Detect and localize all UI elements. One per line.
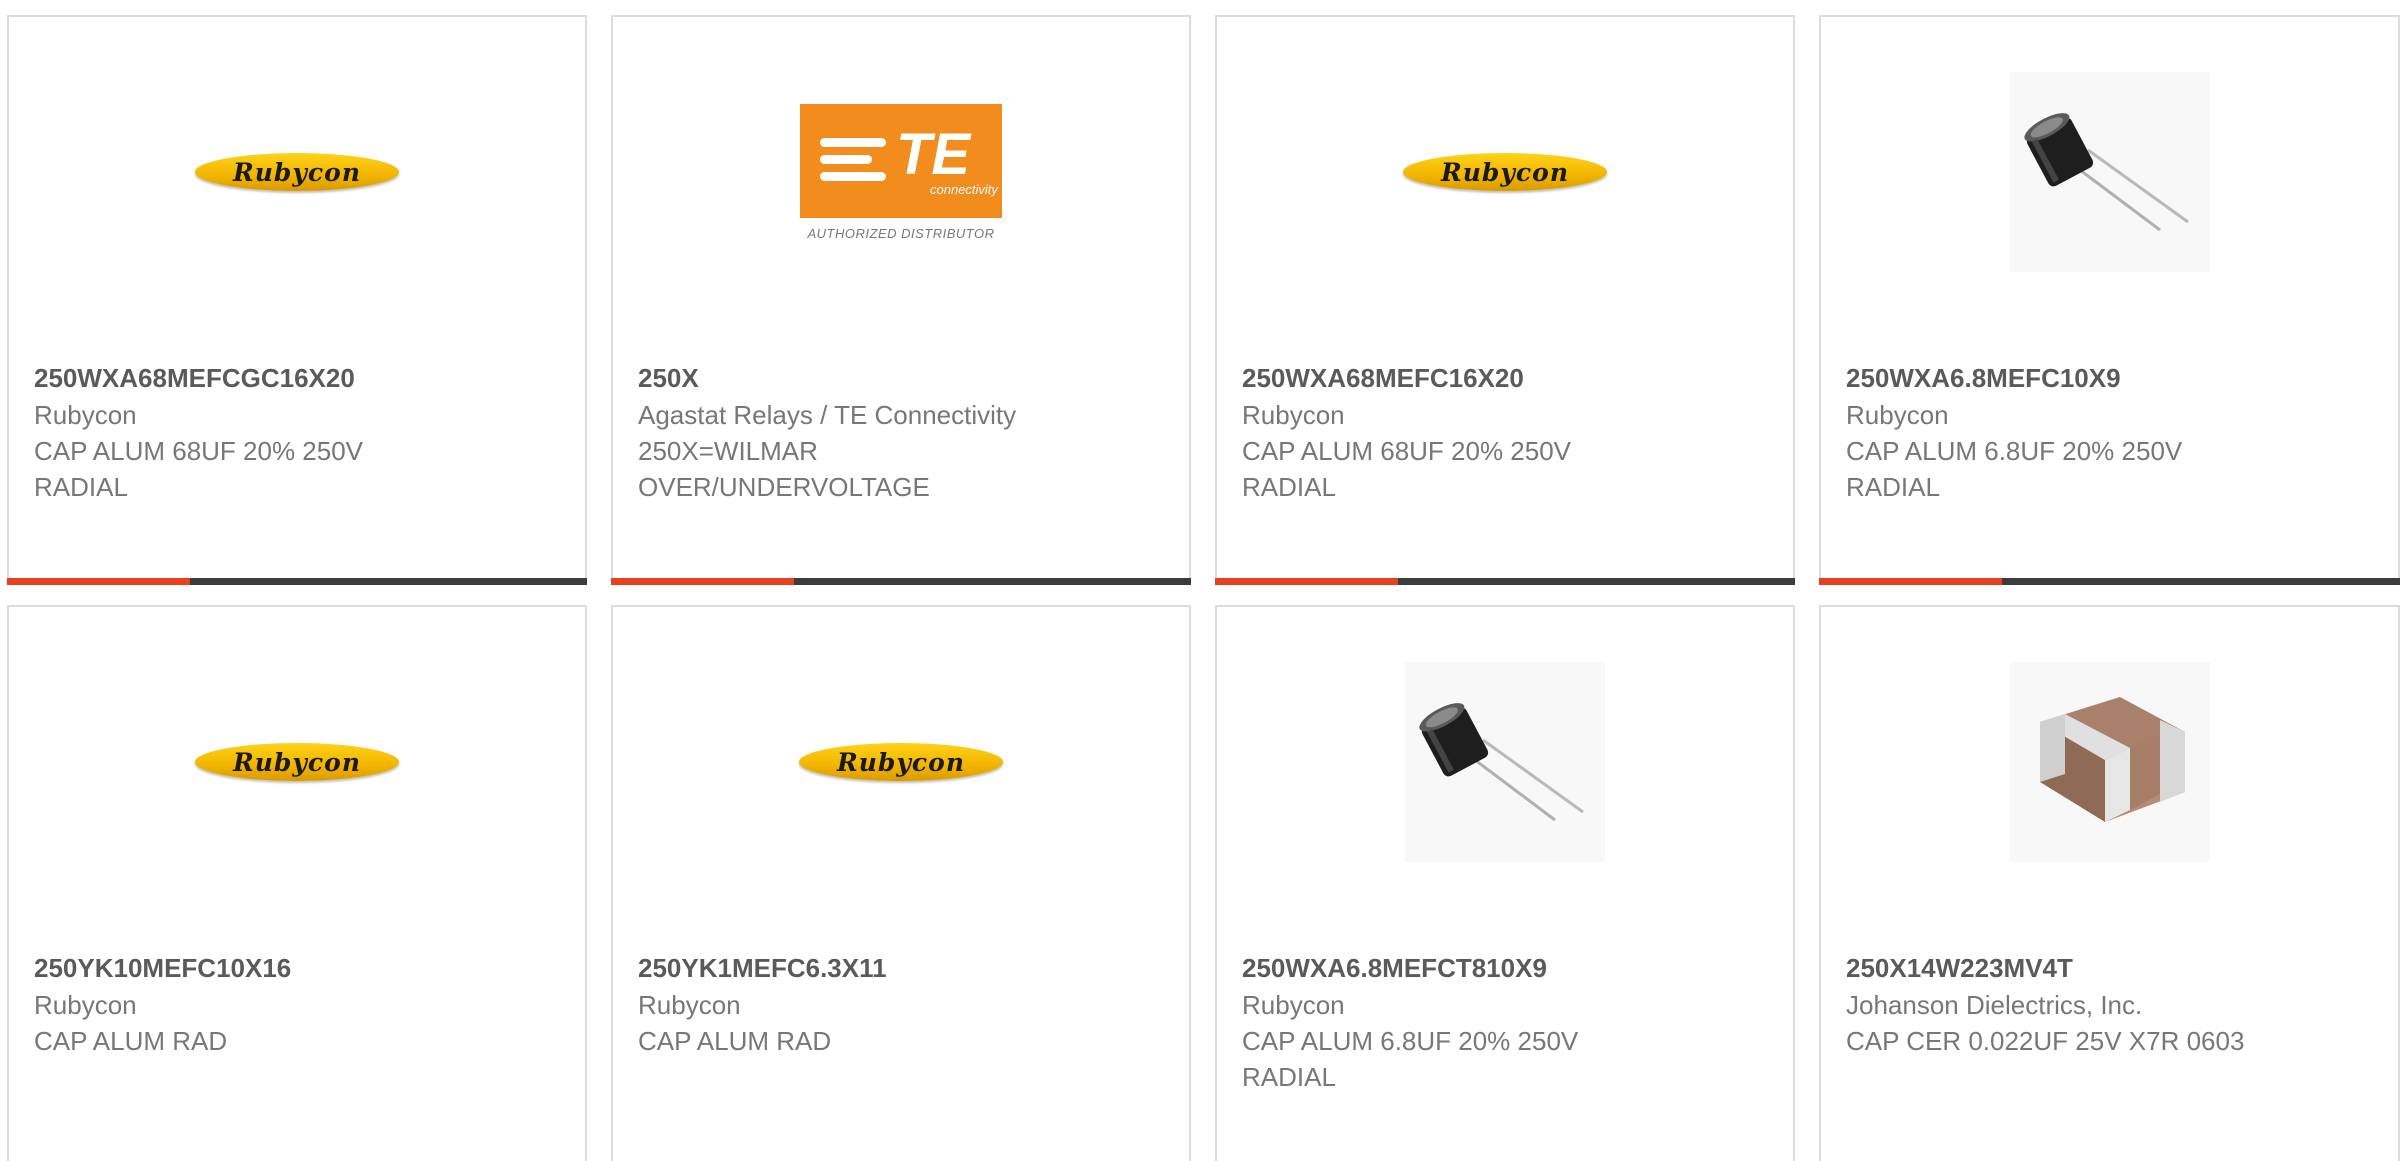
part-number-link[interactable]: 250X14W223MV4T <box>1846 949 2378 987</box>
accent-bar <box>1819 578 2002 585</box>
product-description: CAP ALUM 68UF 20% 250V RADIAL <box>1242 436 1572 502</box>
manufacturer-name: Rubycon <box>1242 990 1345 1020</box>
ceramic-chip-capacitor-photo <box>2009 662 2210 862</box>
card-footer-bar <box>1819 578 2400 585</box>
part-number-link[interactable]: 250YK10MEFC10X16 <box>34 949 565 987</box>
product-card[interactable]: 250WXA6.8MEFC10X9 Rubycon CAP ALUM 6.8UF… <box>1819 15 2400 585</box>
rubycon-logo: Rubycon <box>1403 153 1607 191</box>
product-description: CAP ALUM 6.8UF 20% 250V RADIAL <box>1846 436 2183 502</box>
accent-bar <box>7 578 190 585</box>
manufacturer-name: Rubycon <box>638 990 741 1020</box>
product-image[interactable] <box>1217 657 1793 867</box>
product-description: 250X=WILMAR OVER/UNDERVOLTAGE <box>638 436 930 502</box>
product-card[interactable]: Rubycon 250WXA68MEFC16X20 Rubycon CAP AL… <box>1215 15 1795 585</box>
rubycon-logo: Rubycon <box>799 743 1003 781</box>
manufacturer-name: Rubycon <box>34 400 137 430</box>
product-card[interactable]: Rubycon 250YK10MEFC10X16 Rubycon CAP ALU… <box>7 605 587 1161</box>
product-description: CAP ALUM 68UF 20% 250V RADIAL <box>34 436 364 502</box>
product-card[interactable]: Rubycon 250YK1MEFC6.3X11 Rubycon CAP ALU… <box>611 605 1191 1161</box>
te-connectivity-logo: TE connectivity AUTHORIZED DISTRIBUTOR <box>800 103 1002 241</box>
manufacturer-name: Agastat Relays / TE Connectivity <box>638 400 1017 430</box>
manufacturer-name: Rubycon <box>1242 400 1345 430</box>
product-image[interactable]: Rubycon <box>1217 67 1793 277</box>
product-description: CAP CER 0.022UF 25V X7R 0603 <box>1846 1026 2245 1056</box>
part-number-link[interactable]: 250WXA6.8MEFC10X9 <box>1846 359 2378 397</box>
part-number-link[interactable]: 250X <box>638 359 1169 397</box>
part-number-link[interactable]: 250YK1MEFC6.3X11 <box>638 949 1169 987</box>
product-image[interactable] <box>1821 67 2398 277</box>
rubycon-logo: Rubycon <box>195 153 399 191</box>
product-description: CAP ALUM RAD <box>34 1026 228 1056</box>
product-image[interactable]: Rubycon <box>9 657 585 867</box>
product-card[interactable]: Rubycon 250WXA68MEFCGC16X20 Rubycon CAP … <box>7 15 587 585</box>
product-description: CAP ALUM 6.8UF 20% 250V RADIAL <box>1242 1026 1579 1092</box>
radial-capacitor-photo <box>1405 662 1605 862</box>
manufacturer-name: Johanson Dielectrics, Inc. <box>1846 990 2143 1020</box>
card-footer-bar <box>1215 578 1795 585</box>
product-image[interactable]: Rubycon <box>9 67 585 277</box>
product-description: CAP ALUM RAD <box>638 1026 832 1056</box>
product-image[interactable] <box>1821 657 2398 867</box>
part-number-link[interactable]: 250WXA68MEFCGC16X20 <box>34 359 565 397</box>
manufacturer-name: Rubycon <box>34 990 137 1020</box>
card-footer-bar <box>7 578 587 585</box>
radial-capacitor-photo <box>2009 72 2210 272</box>
product-image[interactable]: TE connectivity AUTHORIZED DISTRIBUTOR <box>613 67 1189 277</box>
part-number-link[interactable]: 250WXA6.8MEFCT810X9 <box>1242 949 1773 987</box>
part-number-link[interactable]: 250WXA68MEFC16X20 <box>1242 359 1773 397</box>
rubycon-logo: Rubycon <box>195 743 399 781</box>
product-card[interactable]: 250WXA6.8MEFCT810X9 Rubycon CAP ALUM 6.8… <box>1215 605 1795 1161</box>
product-card[interactable]: 250X14W223MV4T Johanson Dielectrics, Inc… <box>1819 605 2400 1161</box>
product-grid: Rubycon 250WXA68MEFCGC16X20 Rubycon CAP … <box>0 0 2400 1161</box>
accent-bar <box>1215 578 1398 585</box>
card-footer-bar <box>611 578 1191 585</box>
product-image[interactable]: Rubycon <box>613 657 1189 867</box>
manufacturer-name: Rubycon <box>1846 400 1949 430</box>
product-card[interactable]: TE connectivity AUTHORIZED DISTRIBUTOR 2… <box>611 15 1191 585</box>
accent-bar <box>611 578 794 585</box>
